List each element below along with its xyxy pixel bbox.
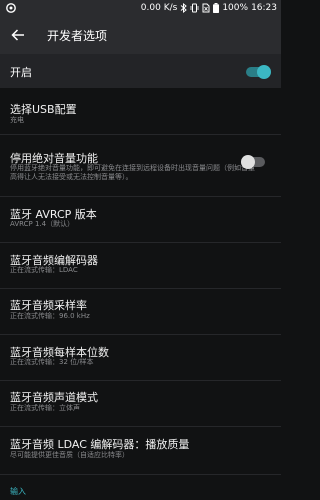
- master-toggle-label: 开启: [10, 66, 32, 79]
- item-title: 选择USB配置: [10, 103, 77, 116]
- item-subtitle: 尽可能提供更佳音质（自适应比特率）: [10, 451, 129, 459]
- item-subtitle: 正在流式传输：立体声: [10, 404, 80, 412]
- page-title: 开发者选项: [47, 29, 108, 43]
- item-subtitle: AVRCP 1.4（默认）: [10, 220, 75, 228]
- item-subtitle: 正在流式传输：96.0 kHz: [10, 312, 90, 320]
- list-item-avrcp-version[interactable]: 蓝牙 AVRCP 版本 AVRCP 1.4（默认）: [0, 196, 281, 243]
- item-title: 蓝牙音频采样率: [10, 299, 87, 312]
- network-speed: 0.00 K/s: [140, 3, 178, 13]
- item-title: 蓝牙音频声道模式: [10, 391, 98, 404]
- item-subtitle: 停用蓝牙绝对音量功能，即可避免在连接到远程设备时出现音量问题（例如音量高得让人无…: [10, 164, 255, 181]
- battery-level: 100%: [222, 3, 249, 13]
- list-item-disable-absolute-volume[interactable]: 停用绝对音量功能 停用蓝牙绝对音量功能，即可避免在连接到远程设备时出现音量问题（…: [0, 134, 281, 197]
- back-arrow-icon[interactable]: [10, 27, 26, 43]
- status-bar: 0.00 K/s 100% 16:23: [0, 0, 281, 16]
- list-item-usb-config[interactable]: 选择USB配置 充电: [0, 88, 281, 135]
- app-notification-icon: [6, 3, 16, 13]
- bluetooth-icon: [180, 3, 188, 13]
- developer-options-master-toggle[interactable]: 开启: [0, 54, 281, 88]
- item-subtitle: 正在流式传输：LDAC: [10, 266, 78, 274]
- item-subtitle: 正在流式传输：32 位/样本: [10, 358, 94, 366]
- list-item-sample-rate[interactable]: 蓝牙音频采样率 正在流式传输：96.0 kHz: [0, 288, 281, 335]
- list-item-channel-mode[interactable]: 蓝牙音频声道模式 正在流式传输：立体声: [0, 380, 281, 427]
- absolute-volume-switch[interactable]: [241, 155, 265, 169]
- battery-icon: [213, 3, 220, 13]
- list-item-ldac-quality[interactable]: 蓝牙音频 LDAC 编解码器：播放质量 尽可能提供更佳音质（自适应比特率）: [0, 426, 281, 475]
- list-item-bits-per-sample[interactable]: 蓝牙音频每样本位数 正在流式传输：32 位/样本: [0, 334, 281, 381]
- vibrate-icon: [190, 3, 199, 13]
- switch-thumb: [241, 155, 255, 169]
- master-switch[interactable]: [246, 65, 271, 79]
- app-bar: 开发者选项: [0, 16, 281, 54]
- no-sim-icon: [202, 3, 210, 13]
- item-title: 蓝牙音频 LDAC 编解码器：播放质量: [10, 438, 190, 451]
- clock: 16:23: [251, 3, 277, 13]
- item-subtitle: 充电: [10, 116, 24, 124]
- switch-thumb: [257, 65, 271, 79]
- section-header-input: 输入: [10, 487, 26, 496]
- list-item-audio-codec[interactable]: 蓝牙音频编解码器 正在流式传输：LDAC: [0, 242, 281, 289]
